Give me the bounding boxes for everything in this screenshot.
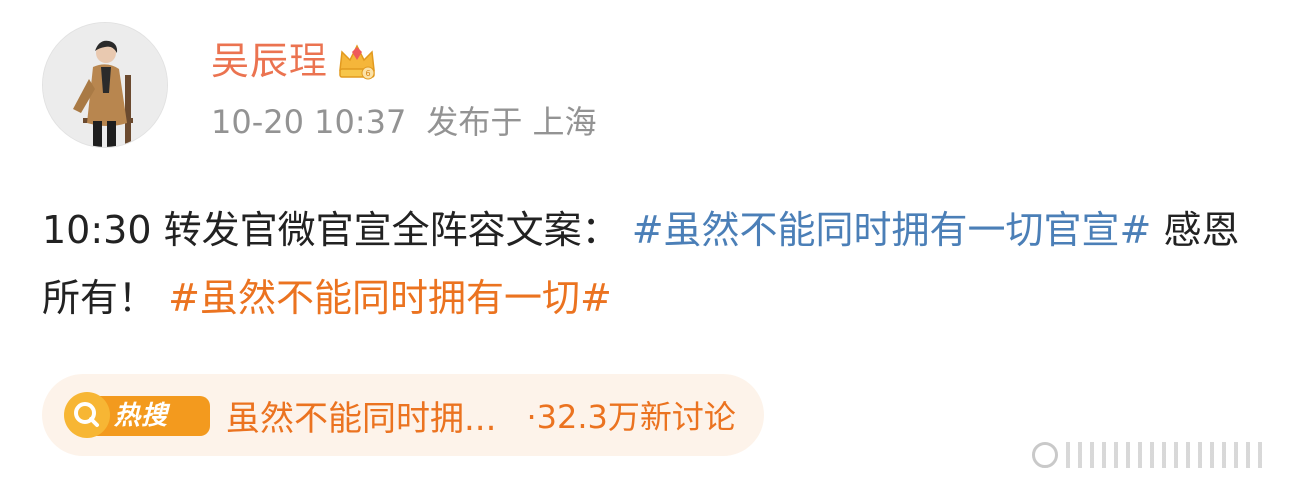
hot-search-badge: 热搜 bbox=[62, 390, 212, 440]
hashtag-link[interactable]: #虽然不能同时拥有一切官宣# bbox=[632, 208, 1152, 252]
watermark bbox=[1032, 442, 1266, 468]
avatar[interactable] bbox=[42, 22, 168, 148]
hot-search-pill[interactable]: 热搜 虽然不能同时拥... ·32.3万新讨论 bbox=[42, 374, 764, 456]
post-text-lead: 10:30 转发官微官宣全阵容文案： bbox=[42, 208, 620, 252]
watermark-logo-icon bbox=[1032, 442, 1058, 468]
crown-icon[interactable]: 6 bbox=[336, 40, 378, 82]
user-header: 吴辰珵 6 bbox=[211, 36, 378, 86]
hot-search-count: ·32.3万新讨论 bbox=[526, 398, 736, 436]
hot-search-topic[interactable]: 虽然不能同时拥... bbox=[226, 391, 496, 440]
username[interactable]: 吴辰珵 bbox=[211, 36, 328, 86]
watermark-text-mark bbox=[1066, 442, 1266, 468]
post-timestamp: 10-20 10:37 bbox=[211, 103, 407, 141]
post-content: 10:30 转发官微官宣全阵容文案： #虽然不能同时拥有一切官宣# 感恩所有！ … bbox=[42, 196, 1242, 332]
search-icon bbox=[64, 392, 110, 438]
post-location: 发布于 上海 bbox=[426, 103, 597, 141]
post-meta: 10-20 10:37 发布于 上海 bbox=[211, 100, 597, 144]
avatar-image bbox=[43, 23, 167, 147]
hashtag-link-trending[interactable]: #虽然不能同时拥有一切# bbox=[168, 276, 612, 320]
svg-text:6: 6 bbox=[365, 69, 370, 78]
hot-badge-label: 热搜 bbox=[114, 401, 169, 431]
weibo-post-card: 吴辰珵 6 10-20 10:37 发布于 上海 10:30 转发官微官宣全阵容文… bbox=[0, 0, 1290, 490]
